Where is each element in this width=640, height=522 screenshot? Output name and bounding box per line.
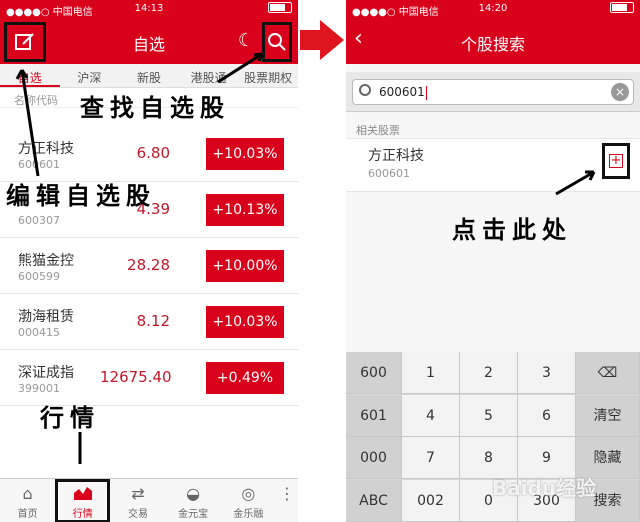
bottom-tab-bar: ⌂ 首页 行情 ⇄ 交易 ◒ 金元宝 ◎ 金乐融 ⋮ <box>0 478 298 522</box>
key-0-2[interactable]: 2 <box>460 352 518 394</box>
tabbar-trade[interactable]: ⇄ 交易 <box>110 479 165 522</box>
nav-bar: 自选 ☾ <box>0 18 298 64</box>
annotation-edit: 编辑自选股 <box>6 182 156 210</box>
key-1-0[interactable]: 601 <box>346 394 402 437</box>
tabbar-finance[interactable]: ◎ 金乐融 <box>221 479 276 522</box>
stock-code: 600601 <box>368 167 410 180</box>
tab-new-shares[interactable]: 新股 <box>119 64 179 87</box>
stock-row[interactable]: 渤海租赁 000415 8.12 +10.03% <box>0 294 298 350</box>
key-0-4[interactable]: ⌫ <box>576 352 640 394</box>
annotation-search: 查找自选股 <box>80 94 230 122</box>
section-label: 相关股票 <box>356 124 400 137</box>
stock-price: 28.28 <box>127 256 170 274</box>
stock-code: 000415 <box>18 326 60 339</box>
tabbar-market[interactable]: 行情 <box>55 479 111 522</box>
stock-name: 方正科技 <box>368 148 424 164</box>
stock-price: 12675.40 <box>100 368 172 386</box>
change-badge: +0.49% <box>206 362 284 394</box>
more-icon: ⋮ <box>278 484 295 503</box>
stock-price: 8.12 <box>136 312 170 330</box>
stock-name: 深证成指 <box>18 365 74 381</box>
coin-icon: ◎ <box>241 484 256 503</box>
change-badge: +10.03% <box>206 138 284 170</box>
search-input[interactable]: 600601 × <box>352 79 634 105</box>
search-result-row[interactable]: 方正科技 600601 + <box>346 138 640 192</box>
key-3-1[interactable]: 002 <box>402 479 460 522</box>
stock-name: 渤海租赁 <box>18 309 74 325</box>
battery-icon <box>268 2 292 13</box>
key-3-0[interactable]: ABC <box>346 479 402 522</box>
night-mode-icon[interactable]: ☾ <box>238 30 254 51</box>
key-1-1[interactable]: 4 <box>402 394 460 437</box>
search-button[interactable] <box>262 22 292 62</box>
search-icon <box>268 33 286 51</box>
tabbar-label: 交易 <box>127 509 148 520</box>
key-1-4[interactable]: 清空 <box>576 394 640 437</box>
market-tabs: 自选 沪深 新股 港股通 股票期权 <box>0 64 298 88</box>
nav-bar: ‹ 个股搜索 <box>346 18 640 64</box>
annotation-market: 行情 <box>40 404 100 432</box>
change-badge: +10.13% <box>206 194 284 226</box>
search-icon <box>359 84 371 96</box>
stock-code: 399001 <box>18 382 60 395</box>
key-1-2[interactable]: 5 <box>460 394 518 437</box>
stock-name: 熊猫金控 <box>18 253 74 269</box>
change-badge: +10.00% <box>206 250 284 282</box>
stock-name: 方正科技 <box>18 141 74 157</box>
stock-code: 600307 <box>18 214 60 227</box>
status-bar: ●●●●○ 中国电信 14:20 <box>346 0 640 18</box>
plus-icon: + <box>609 153 623 168</box>
trade-icon: ⇄ <box>131 484 145 503</box>
stock-row[interactable]: 熊猫金控 600599 28.28 +10.00% <box>0 238 298 294</box>
annotation-click-here: 点击此处 <box>452 216 572 244</box>
tab-shanghai-shenzhen[interactable]: 沪深 <box>60 64 120 87</box>
key-0-1[interactable]: 1 <box>402 352 460 394</box>
stock-price: 6.80 <box>136 144 170 162</box>
stock-code: 600601 <box>18 158 60 171</box>
tabbar-home[interactable]: ⌂ 首页 <box>0 479 55 522</box>
battery-icon <box>610 2 634 13</box>
stock-code: 600599 <box>18 270 60 283</box>
home-icon: ⌂ <box>22 484 33 503</box>
watermark: Baidu经验 <box>492 476 597 500</box>
clear-icon[interactable]: × <box>611 83 629 101</box>
watchlist-screen: ●●●●○ 中国电信 14:13 自选 ☾ 自选 沪深 新股 港股通 股票期权 … <box>0 0 298 522</box>
search-value: 600601 <box>379 85 427 100</box>
ingot-icon: ◒ <box>186 484 201 503</box>
key-1-3[interactable]: 6 <box>518 394 576 437</box>
key-0-3[interactable]: 3 <box>518 352 576 394</box>
more-button[interactable]: ⋮ <box>276 479 298 522</box>
tab-watchlist[interactable]: 自选 <box>0 64 60 87</box>
status-bar: ●●●●○ 中国电信 14:13 <box>0 0 298 18</box>
key-2-1[interactable]: 7 <box>402 437 460 479</box>
search-bar: 600601 × <box>346 72 640 112</box>
tabbar-label: 金元宝 <box>178 509 209 520</box>
tab-stock-options[interactable]: 股票期权 <box>238 64 298 87</box>
page-title: 个股搜索 <box>460 35 525 54</box>
change-badge: +10.03% <box>206 306 284 338</box>
clock: 14:13 <box>134 3 164 14</box>
add-to-watchlist-button[interactable]: + <box>602 143 630 179</box>
tabbar-label: 金乐融 <box>233 509 264 520</box>
tabbar-label: 首页 <box>17 509 38 520</box>
stock-search-screen: ●●●●○ 中国电信 14:20 ‹ 个股搜索 600601 × 相关股票 方正… <box>346 0 640 522</box>
tab-hk-connect[interactable]: 港股通 <box>179 64 239 87</box>
clock: 14:20 <box>478 3 508 14</box>
tabbar-ingot[interactable]: ◒ 金元宝 <box>166 479 221 522</box>
transition-arrow-icon <box>300 20 344 60</box>
stock-row[interactable]: 方正科技 600601 6.80 +10.03% <box>0 126 298 182</box>
key-2-0[interactable]: 000 <box>346 437 402 479</box>
market-tab-highlight <box>55 479 111 522</box>
key-0-0[interactable]: 600 <box>346 352 402 394</box>
